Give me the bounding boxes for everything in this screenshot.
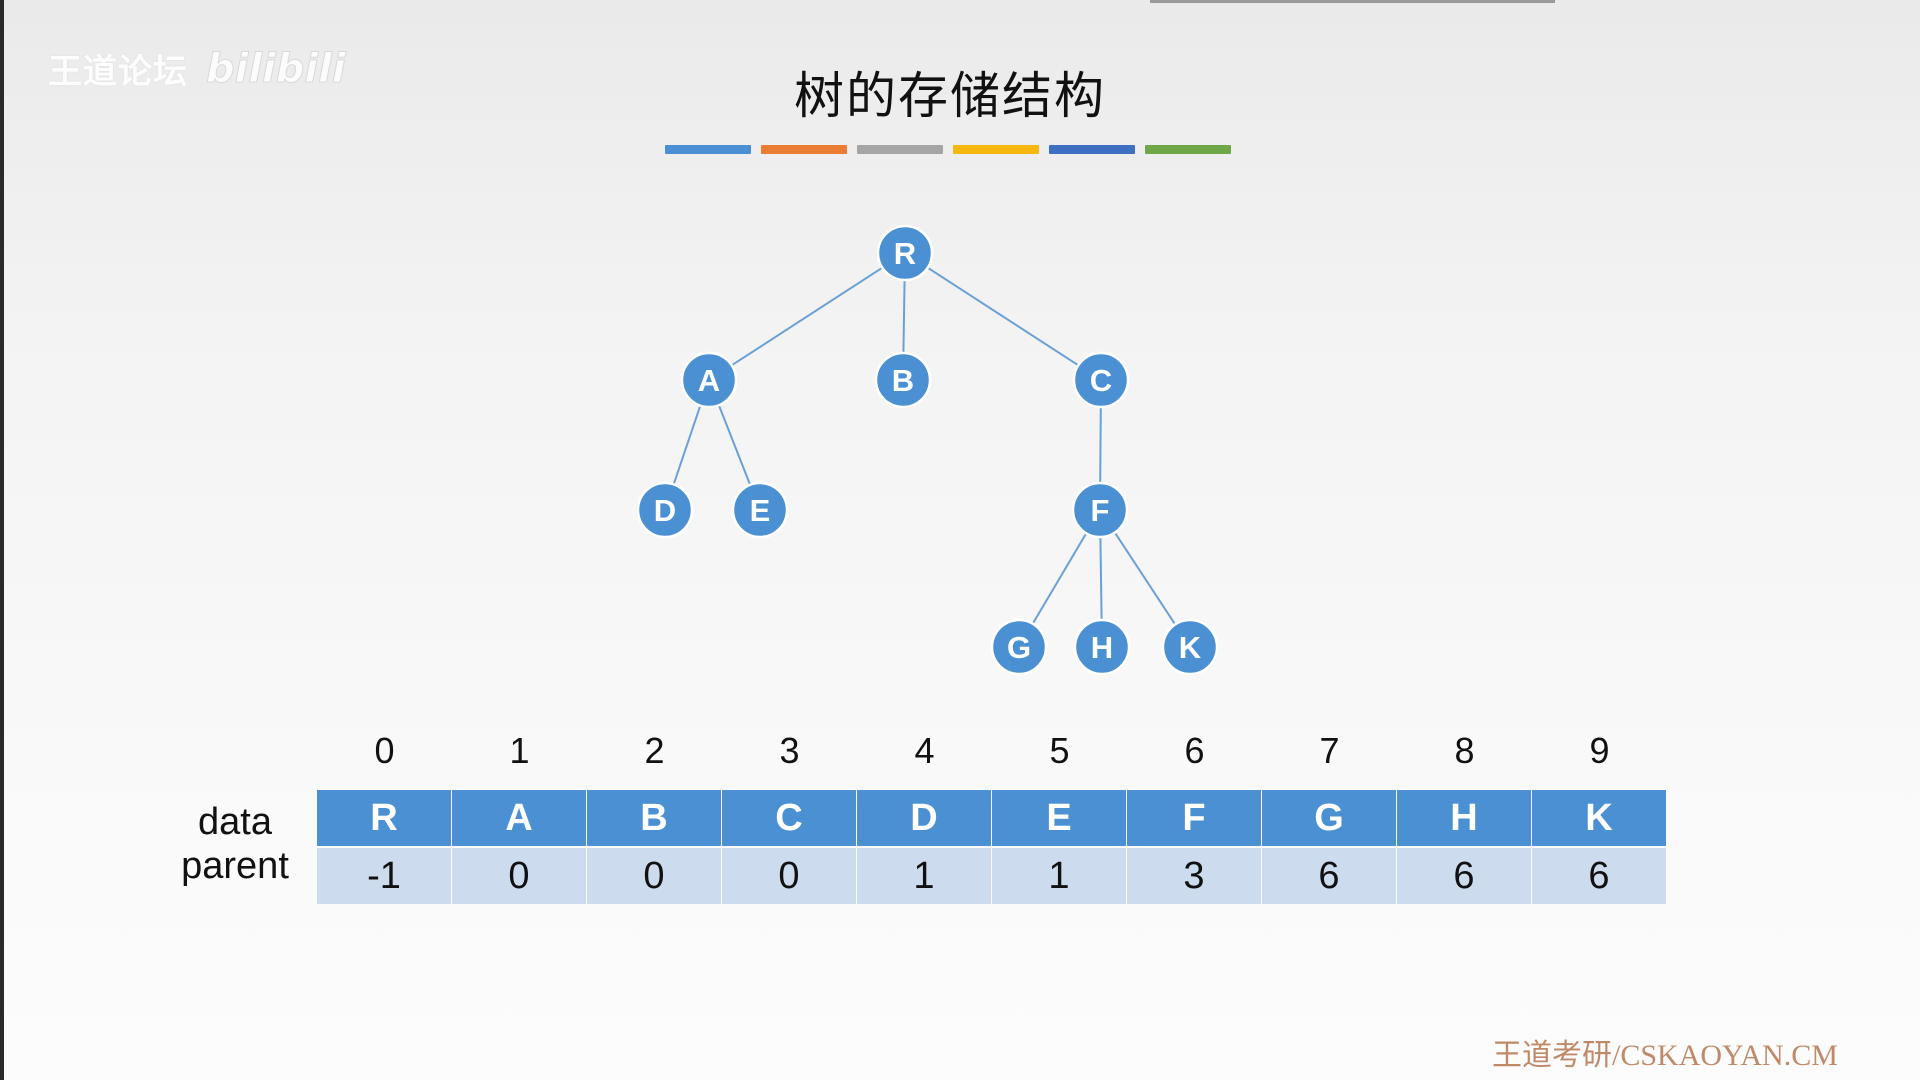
tree-node-B: B: [874, 351, 932, 409]
data-cell: R: [317, 790, 451, 846]
tree-edge-F-H: [1099, 536, 1103, 621]
tree-node-label: G: [1007, 630, 1031, 665]
data-cell: H: [1397, 790, 1531, 846]
tree-edge-F-K: [1113, 532, 1177, 625]
row-labels: data parent: [170, 800, 300, 888]
tree-node-R: R: [876, 224, 934, 282]
parent-row-label: parent: [181, 845, 289, 887]
parent-cell: 1: [992, 848, 1126, 904]
data-cell: A: [452, 790, 586, 846]
index-cell: 8: [1454, 730, 1475, 771]
data-cell: B: [587, 790, 721, 846]
parent-cell: 6: [1397, 848, 1531, 904]
tree-node-label: F: [1091, 493, 1110, 528]
index-cell: 1: [509, 730, 530, 771]
parent-cell: 1: [857, 848, 991, 904]
tree-edge-F-G: [1031, 532, 1088, 625]
data-row: R A B C D E F G H K: [317, 790, 1667, 846]
parent-cell: 0: [452, 848, 586, 904]
parent-cell: -1: [317, 848, 451, 904]
index-cell: 7: [1319, 730, 1340, 771]
parent-cell: 6: [1262, 848, 1396, 904]
data-row-label: data: [198, 801, 272, 843]
parent-row: -1 0 0 0 1 1 3 6 6 6: [317, 846, 1667, 904]
data-cell: K: [1532, 790, 1666, 846]
index-row: 0 1 2 3 4 5 6 7 8 9: [317, 730, 1667, 772]
tree-node-E: E: [731, 481, 789, 539]
parent-cell: 0: [587, 848, 721, 904]
tree-node-D: D: [636, 481, 694, 539]
tree-node-label: B: [892, 363, 914, 398]
tree-node-label: D: [654, 493, 676, 528]
tree-node-K: K: [1161, 618, 1219, 676]
index-cell: 4: [914, 730, 935, 771]
tree-node-label: R: [894, 236, 916, 271]
tree-node-A: A: [680, 351, 738, 409]
data-cell: E: [992, 790, 1126, 846]
tree-node-H: H: [1073, 618, 1131, 676]
parent-cell: 0: [722, 848, 856, 904]
parent-cell: 6: [1532, 848, 1666, 904]
tree-edge-R-B: [902, 279, 906, 354]
parent-cell: 3: [1127, 848, 1261, 904]
tree-edge-A-E: [717, 404, 752, 486]
index-cell: 9: [1589, 730, 1610, 771]
tree-node-label: E: [750, 493, 771, 528]
index-cell: 2: [644, 730, 665, 771]
tree-edge-C-F: [1099, 406, 1102, 484]
tree-diagram: R A B C D E F G H K: [636, 224, 1219, 676]
index-cell: 3: [779, 730, 800, 771]
tree-edge-R-C: [927, 266, 1079, 367]
data-cell: C: [722, 790, 856, 846]
footer-watermark: 王道考研/CSKAOYAN.CM: [1492, 1039, 1838, 1072]
tree-node-label: H: [1091, 630, 1113, 665]
tree-node-label: C: [1090, 363, 1112, 398]
index-cell: 0: [374, 730, 395, 771]
tree-node-label: K: [1179, 630, 1202, 665]
tree-edge-A-D: [672, 405, 702, 485]
index-cell: 6: [1184, 730, 1205, 771]
tree-node-F: F: [1071, 481, 1129, 539]
tree-node-G: G: [990, 618, 1048, 676]
data-cell: G: [1262, 790, 1396, 846]
tree-node-label: A: [698, 363, 720, 398]
index-cell: 5: [1049, 730, 1070, 771]
data-cell: F: [1127, 790, 1261, 846]
data-cell: D: [857, 790, 991, 846]
tree-edge-R-A: [731, 266, 883, 367]
parent-array-table: R A B C D E F G H K -1 0 0 0 1 1 3 6 6 6: [317, 790, 1667, 904]
tree-node-C: C: [1072, 351, 1130, 409]
